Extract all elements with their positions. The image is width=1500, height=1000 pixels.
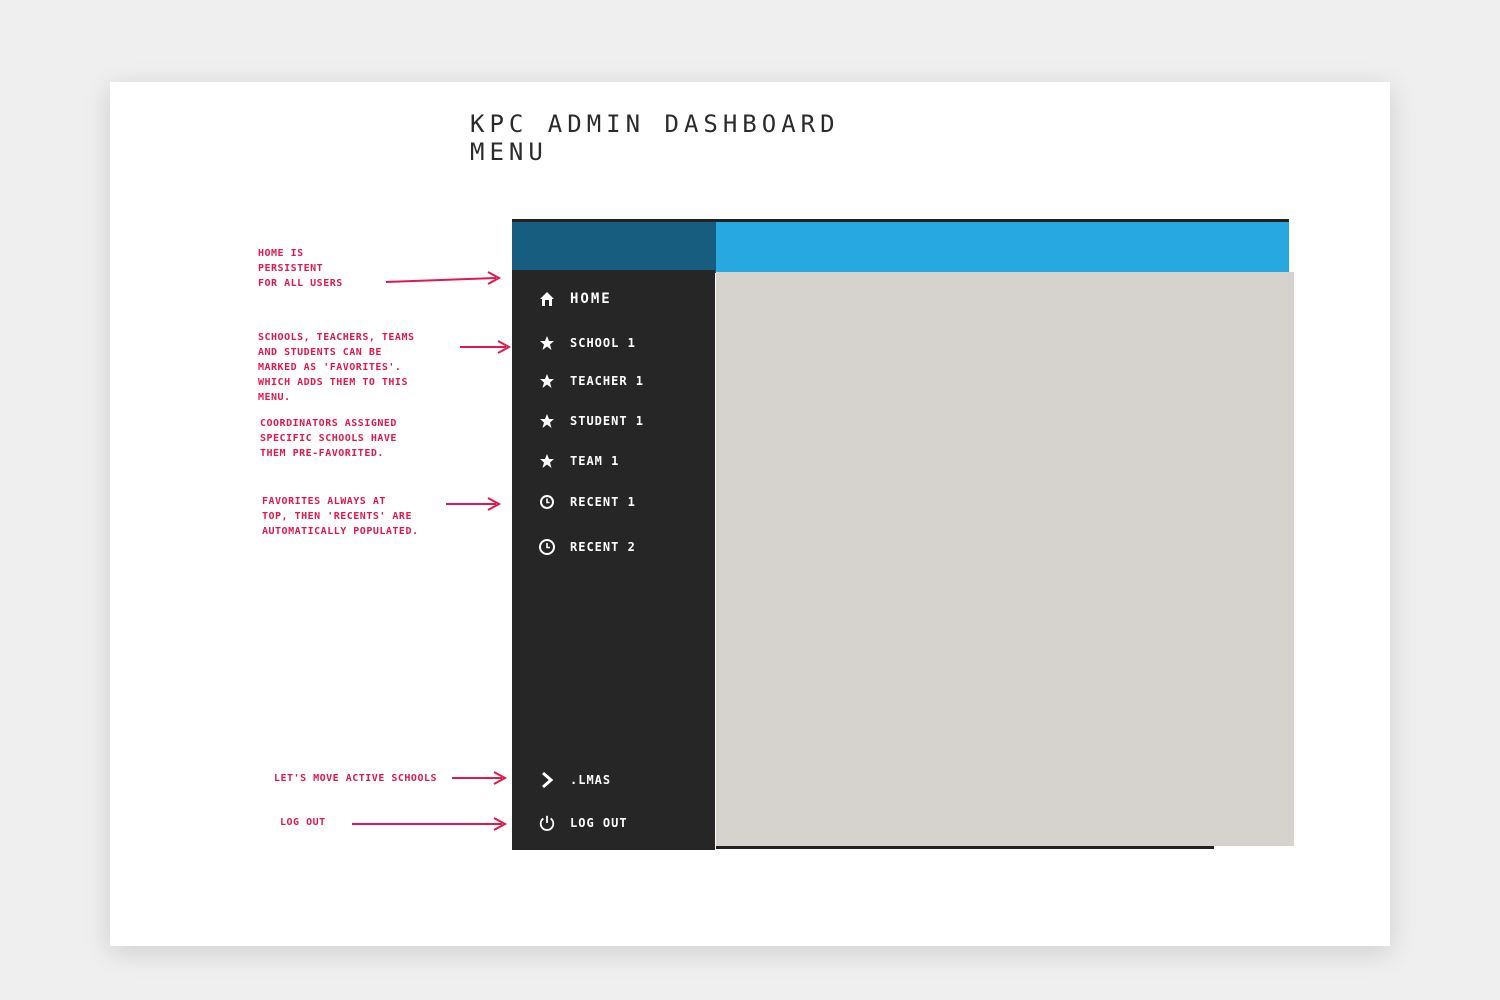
annotation-arrow xyxy=(385,271,502,285)
annotation-home: HOME IS PERSISTENT FOR ALL USERS xyxy=(258,248,343,289)
content-bottom-border xyxy=(716,846,1214,849)
sidebar-item-team-1[interactable]: TEAM 1 xyxy=(538,448,619,474)
sidebar-item-school-1[interactable]: SCHOOL 1 xyxy=(538,330,636,356)
annotation-arrow xyxy=(460,340,512,354)
annotation-lmas: LET'S MOVE ACTIVE SCHOOLS xyxy=(274,773,438,784)
sidebar-item-label: RECENT 1 xyxy=(570,495,636,509)
sidebar-item-label: STUDENT 1 xyxy=(570,414,645,428)
annotation-arrow xyxy=(352,817,508,831)
header-logo-area xyxy=(512,219,716,273)
chevron-right-icon xyxy=(538,771,556,789)
star-icon xyxy=(538,412,556,430)
annotation-recents: FAVORITES ALWAYS AT TOP, THEN 'RECENTS' … xyxy=(262,496,419,537)
star-icon xyxy=(538,372,556,390)
sidebar-item-label: TEAM 1 xyxy=(570,454,620,468)
star-icon xyxy=(538,452,556,470)
annotation-arrow xyxy=(446,497,502,511)
header-bar xyxy=(716,219,1289,275)
sidebar-item-recent-2[interactable]: RECENT 2 xyxy=(538,534,636,560)
annotation-favorites: SCHOOLS, TEACHERS, TEAMS AND STUDENTS CA… xyxy=(258,332,415,403)
power-icon xyxy=(538,814,556,832)
clock-icon xyxy=(538,538,556,556)
sidebar-item-label: TEACHER 1 xyxy=(570,374,645,388)
sidebar-item-label: HOME xyxy=(570,291,612,307)
sidebar-item-label: SCHOOL 1 xyxy=(570,336,636,350)
sidebar-item-label: RECENT 2 xyxy=(570,540,636,554)
annotation-arrow xyxy=(452,771,508,785)
sidebar xyxy=(512,270,715,850)
main-content-area xyxy=(716,272,1294,846)
page-title: KPC ADMIN DASHBOARD MENU xyxy=(470,110,840,166)
star-icon xyxy=(538,334,556,352)
home-icon xyxy=(538,290,556,308)
sidebar-item-label: LOG OUT xyxy=(570,816,628,830)
sidebar-item-lmas[interactable]: .LMAS xyxy=(538,767,611,793)
sidebar-item-label: .LMAS xyxy=(570,773,612,787)
sidebar-item-recent-1[interactable]: RECENT 1 xyxy=(538,489,636,515)
annotation-coordinators: COORDINATORS ASSIGNED SPECIFIC SCHOOLS H… xyxy=(260,418,397,459)
sidebar-item-logout[interactable]: LOG OUT xyxy=(538,810,628,836)
clock-icon xyxy=(538,493,556,511)
annotation-logout: LOG OUT xyxy=(280,817,326,828)
sidebar-item-teacher-1[interactable]: TEACHER 1 xyxy=(538,368,644,394)
sidebar-item-home[interactable]: HOME xyxy=(538,286,612,312)
sidebar-item-student-1[interactable]: STUDENT 1 xyxy=(538,408,644,434)
